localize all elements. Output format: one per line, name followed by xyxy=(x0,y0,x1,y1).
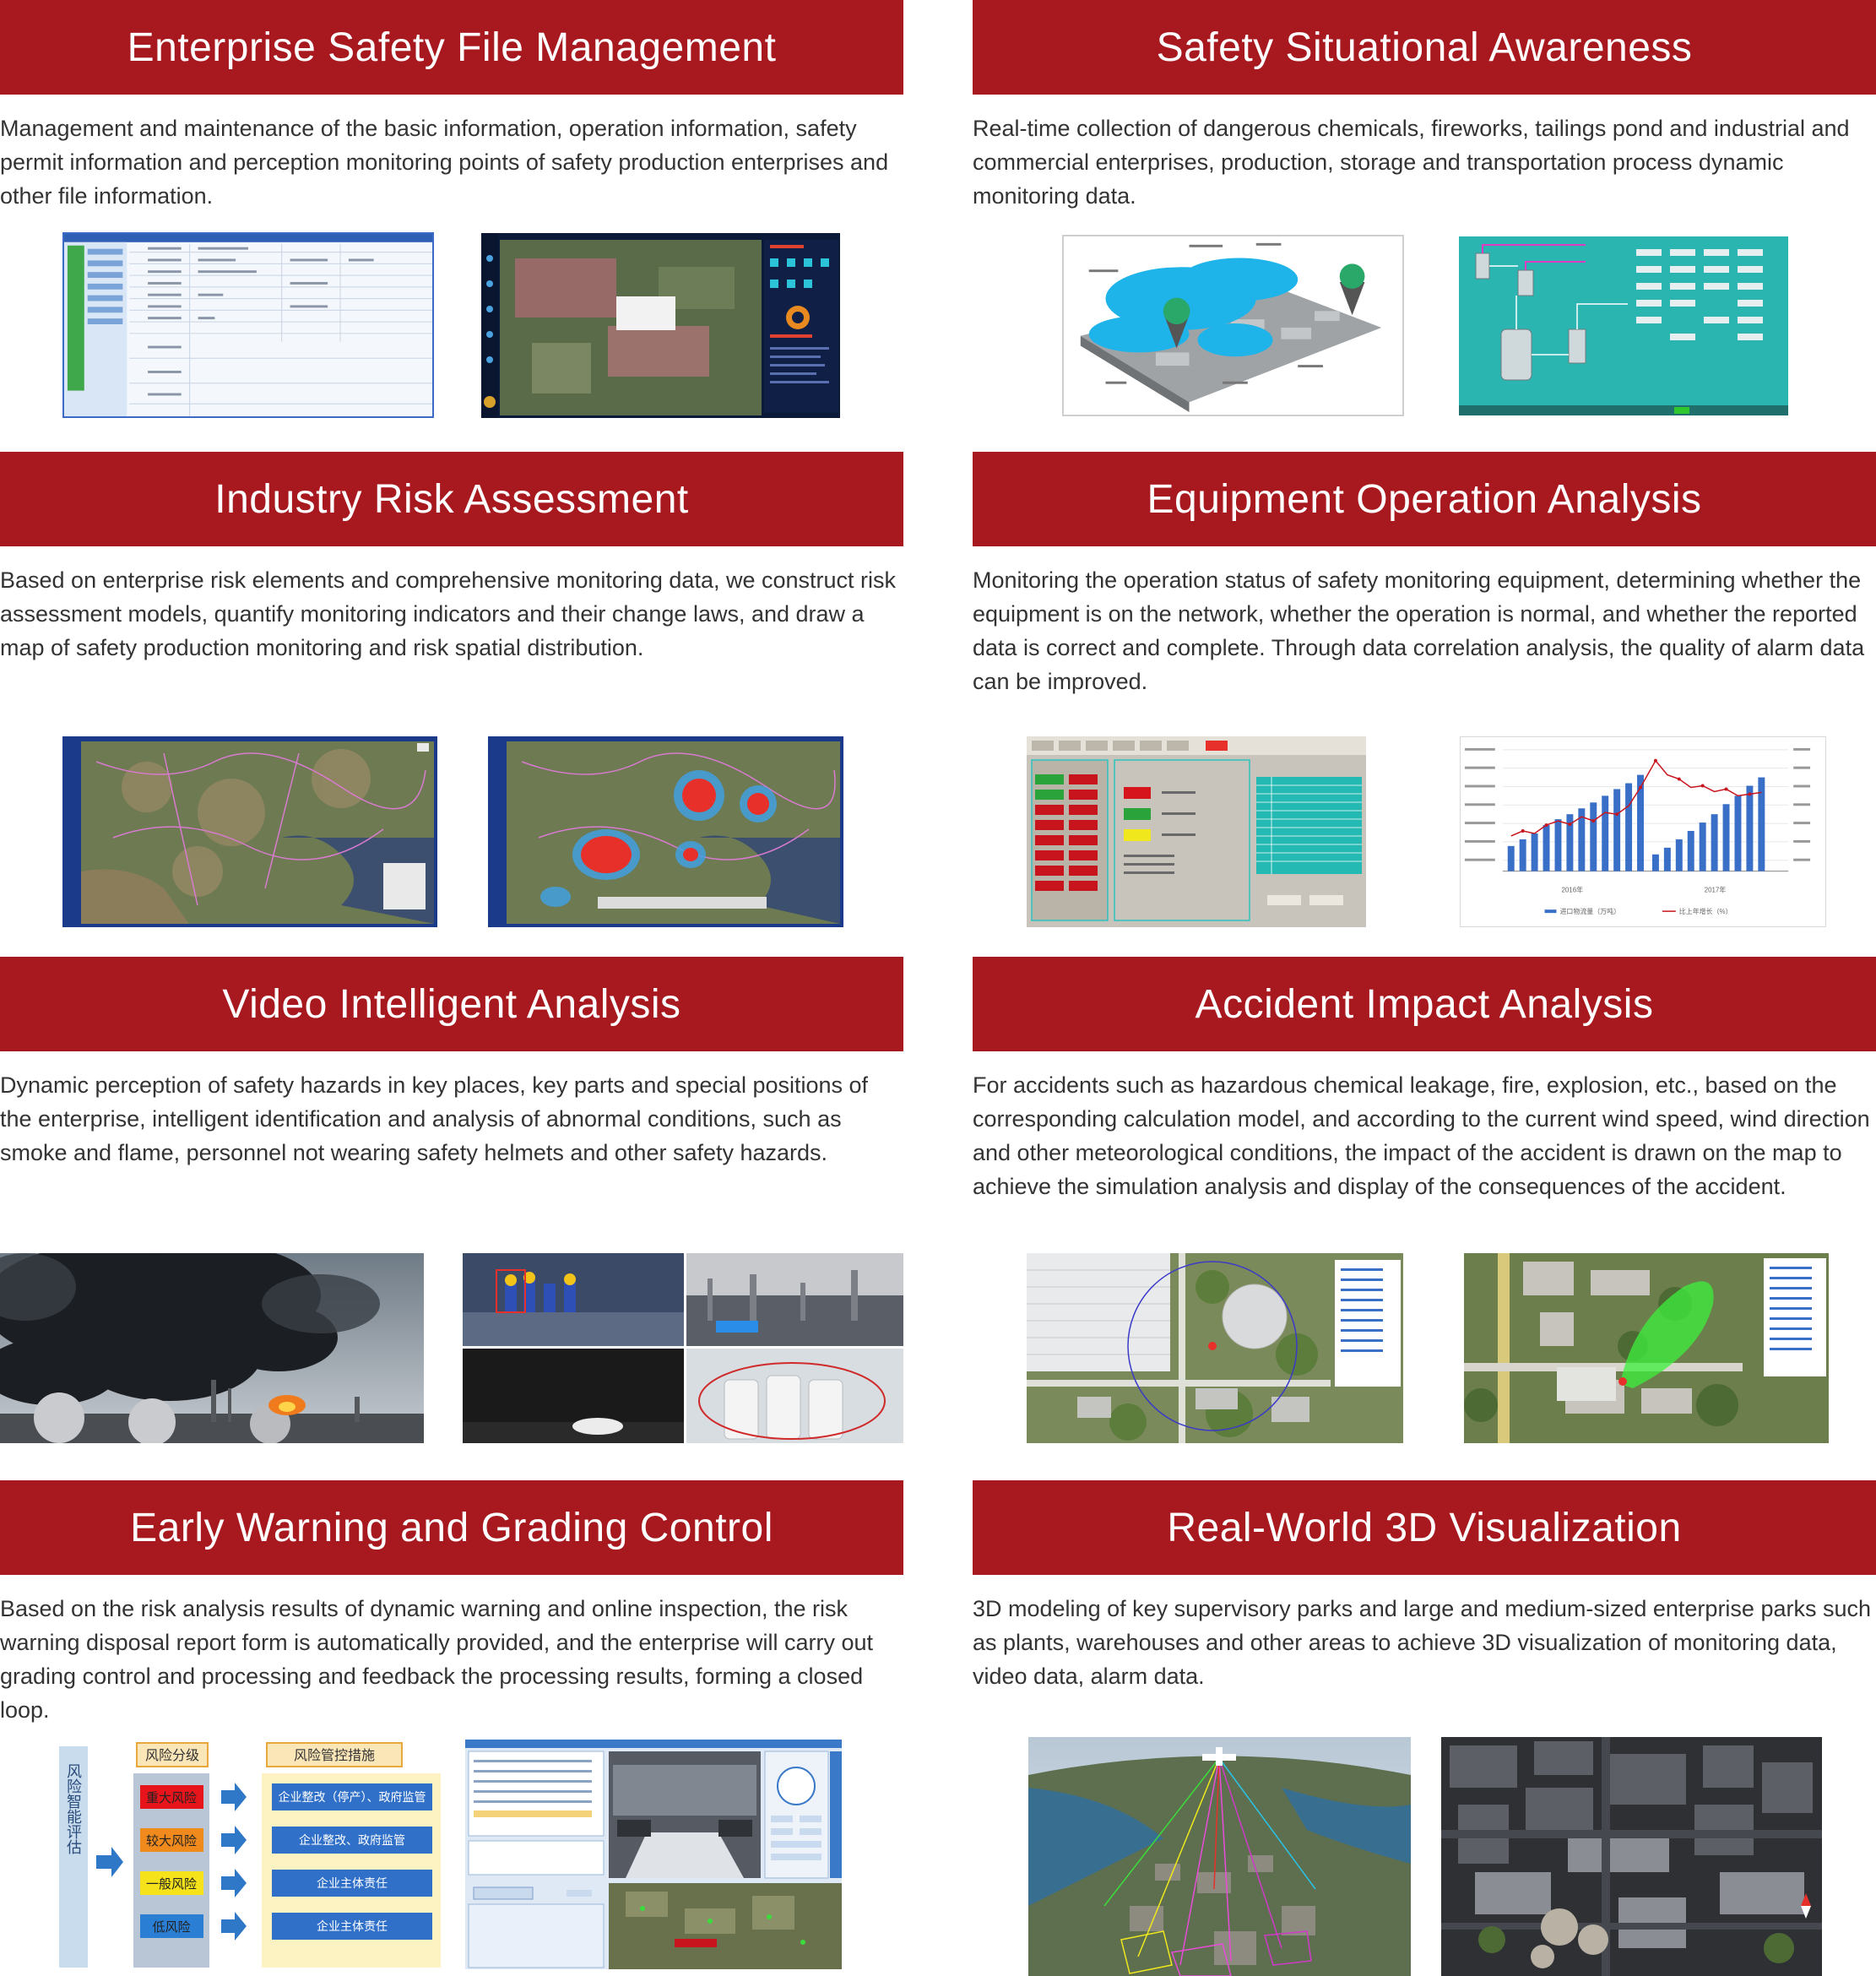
section-early-warning-grading-control: Early Warning and Grading Control Based … xyxy=(0,1480,903,1727)
risk-level-major-label: 重大风险 xyxy=(146,1791,197,1805)
section-video-intelligent-analysis: Video Intelligent Analysis Dynamic perce… xyxy=(0,957,903,1170)
3d-city-drone-view xyxy=(1028,1737,1411,1976)
chart-legend-volume: 进口物流量（万吨） xyxy=(1559,907,1620,915)
risk-measure-2: 企业整改、政府监管 xyxy=(299,1833,405,1847)
risk-level-large-label: 较大风险 xyxy=(146,1833,197,1848)
section-description: Based on the risk analysis results of dy… xyxy=(0,1596,873,1723)
section-industry-risk-assessment: Industry Risk Assessment Based on enterp… xyxy=(0,452,903,665)
section-description: 3D modeling of key supervisory parks and… xyxy=(973,1596,1872,1689)
video-analysis-collage xyxy=(463,1253,903,1443)
section-description: Management and maintenance of the basic … xyxy=(0,116,889,209)
section-accident-impact-analysis: Accident Impact Analysis For accidents s… xyxy=(973,957,1876,1203)
section-description: Monitoring the operation status of safet… xyxy=(973,567,1865,694)
chart-legend-growth: 比上年增长（%） xyxy=(1679,907,1732,915)
risk-measures-header: 风险管控措施 xyxy=(294,1748,375,1763)
smoke-fire-photo xyxy=(0,1253,424,1443)
accident-radius-map-screenshot xyxy=(1027,1253,1403,1443)
section-title: Real-World 3D Visualization xyxy=(973,1480,1876,1575)
risk-measure-3: 企业主体责任 xyxy=(317,1876,388,1890)
section-real-world-3d-visualization: Real-World 3D Visualization 3D modeling … xyxy=(973,1480,1876,1693)
screenshots-row-3-right xyxy=(973,1253,1876,1443)
screenshots-row-2-right: 2016年 2017年 进口物流量（万吨） 比上年增长（%） xyxy=(973,736,1876,927)
section-title: Early Warning and Grading Control xyxy=(0,1480,903,1575)
plant-3d-gas-diffusion-screenshot xyxy=(1062,235,1404,416)
screenshots-row-4-left: 风险智能评估 风险分级 重大风险 较大风险 一般风险 低风险 风险管控措施 企业… xyxy=(0,1740,903,1972)
file-management-form-screenshot xyxy=(62,232,434,418)
section-equipment-operation-analysis: Equipment Operation Analysis Monitoring … xyxy=(973,452,1876,698)
section-title: Accident Impact Analysis xyxy=(973,957,1876,1051)
screenshots-row-1-right xyxy=(973,235,1876,417)
risk-heatmap-screenshot xyxy=(488,736,843,927)
risk-measure-4: 企业主体责任 xyxy=(317,1919,388,1933)
section-title: Safety Situational Awareness xyxy=(973,0,1876,95)
risk-measure-1: 企业整改（停产）、政府监管 xyxy=(279,1790,426,1804)
situational-map-dashboard-screenshot xyxy=(481,233,840,418)
section-description: Based on enterprise risk elements and co… xyxy=(0,567,897,660)
3d-industrial-park-view xyxy=(1441,1737,1822,1976)
risk-grading-diagram: 风险智能评估 风险分级 重大风险 较大风险 一般风险 低风险 风险管控措施 企业… xyxy=(56,1741,446,1969)
section-description: For accidents such as hazardous chemical… xyxy=(973,1072,1870,1199)
screenshots-row-3-left xyxy=(0,1253,903,1443)
screenshots-row-1-left xyxy=(0,232,903,418)
section-enterprise-safety-file-management: Enterprise Safety File Management Manage… xyxy=(0,0,903,213)
process-scada-screenshot xyxy=(1459,236,1788,415)
section-title: Equipment Operation Analysis xyxy=(973,452,1876,546)
accident-plume-map-screenshot xyxy=(1464,1253,1829,1443)
chart-year-label-2016: 2016年 xyxy=(1561,885,1583,893)
risk-intelligent-assessment-label: 风险智能评估 xyxy=(65,1763,82,1854)
logistics-bar-line-chart-screenshot: 2016年 2017年 进口物流量（万吨） 比上年增长（%） xyxy=(1460,736,1826,927)
section-description: Real-time collection of dangerous chemic… xyxy=(973,116,1850,209)
risk-satellite-map-screenshot xyxy=(62,736,437,927)
section-title: Video Intelligent Analysis xyxy=(0,957,903,1051)
warning-disposal-software-screenshot xyxy=(465,1740,842,1969)
section-title: Enterprise Safety File Management xyxy=(0,0,903,95)
screenshots-row-4-right xyxy=(973,1737,1876,1976)
chart-year-label-2017: 2017年 xyxy=(1705,885,1727,893)
section-description: Dynamic perception of safety hazards in … xyxy=(0,1072,869,1165)
device-status-panel-screenshot xyxy=(1027,736,1366,927)
risk-grading-header: 风险分级 xyxy=(145,1748,199,1763)
screenshots-row-2-left xyxy=(0,736,903,927)
section-title: Industry Risk Assessment xyxy=(0,452,903,546)
risk-level-low-label: 低风险 xyxy=(152,1920,190,1935)
risk-level-general-label: 一般风险 xyxy=(146,1877,197,1892)
section-safety-situational-awareness: Safety Situational Awareness Real-time c… xyxy=(973,0,1876,213)
